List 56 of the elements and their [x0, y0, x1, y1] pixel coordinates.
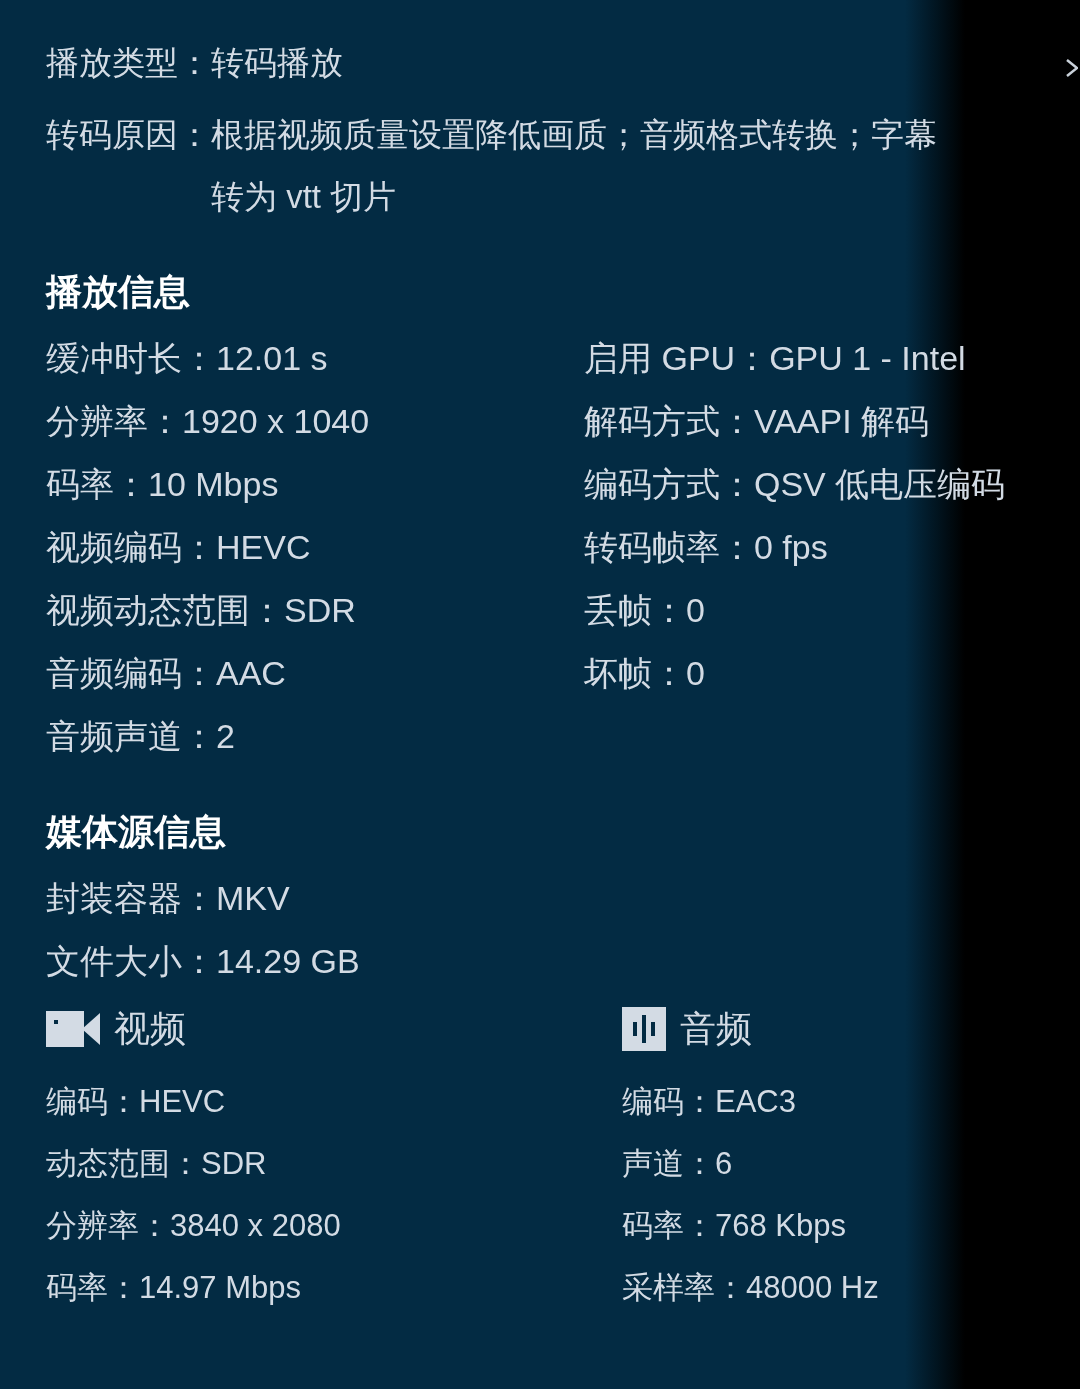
field-value: HEVC [216, 527, 311, 568]
field-label: 分辨率： [46, 1207, 170, 1245]
field-label: 编码： [622, 1083, 715, 1121]
field-label: 封装容器： [46, 878, 216, 919]
field-label: 码率： [46, 1269, 139, 1307]
field-value: 6 [715, 1145, 733, 1183]
field-label: 分辨率： [46, 401, 182, 442]
field-value: 48000 Hz [746, 1269, 879, 1307]
field-label: 转码帧率： [584, 527, 754, 568]
field-value: 转码播放 [211, 43, 344, 83]
stream-heading: 视频 [114, 1006, 186, 1051]
field-value: 3840 x 2080 [170, 1207, 341, 1245]
field-label: 视频动态范围： [46, 590, 284, 631]
field-label: 转码原因： [46, 115, 211, 155]
field-value: 10 Mbps [148, 464, 279, 505]
field-value: QSV 低电压编码 [754, 464, 1006, 505]
field-value: 1920 x 1040 [182, 401, 370, 442]
field-value: 768 Kbps [715, 1207, 846, 1245]
field-value: GPU 1 - Intel [769, 338, 966, 379]
field-value: 14.97 Mbps [139, 1269, 301, 1307]
field-label: 音频编码： [46, 653, 216, 694]
field-label: 缓冲时长： [46, 338, 216, 379]
field-value: 2 [216, 716, 235, 757]
field-label: 视频编码： [46, 527, 216, 568]
field-label: 动态范围： [46, 1145, 201, 1183]
field-label: 编码： [46, 1083, 139, 1121]
field-label: 坏帧： [584, 653, 686, 694]
field-label: 音频声道： [46, 716, 216, 757]
video-camera-icon [46, 1009, 100, 1049]
field-label: 启用 GPU： [584, 338, 770, 379]
field-value: EAC3 [715, 1083, 796, 1121]
field-value: MKV [216, 878, 290, 919]
field-value: AAC [216, 653, 286, 694]
field-value: SDR [201, 1145, 267, 1183]
field-value: HEVC [139, 1083, 226, 1121]
field-value: 14.29 GB [216, 941, 360, 982]
field-value: 根据视频质量设置降低画质；音频格式转换；字幕转为 vtt 切片 [211, 115, 938, 217]
field-label: 文件大小： [46, 941, 216, 982]
field-label: 丢帧： [584, 590, 686, 631]
field-label: 解码方式： [584, 401, 754, 442]
field-label: 码率： [622, 1207, 715, 1245]
field-value: VAAPI 解码 [754, 401, 930, 442]
field-label: 播放类型： [46, 43, 211, 83]
field-value: SDR [284, 590, 356, 631]
field-value: 12.01 s [216, 338, 328, 379]
field-value: 0 fps [754, 527, 828, 568]
field-label: 声道： [622, 1145, 715, 1183]
field-label: 采样率： [622, 1269, 746, 1307]
field-label: 码率： [46, 464, 148, 505]
field-value: 0 [686, 653, 705, 694]
section-heading: 播放信息 [46, 270, 191, 314]
field-label: 编码方式： [584, 464, 754, 505]
section-heading: 媒体源信息 [46, 810, 227, 854]
audio-wave-icon [622, 1007, 666, 1051]
field-value: 0 [686, 590, 705, 631]
stream-heading: 音频 [680, 1006, 752, 1051]
